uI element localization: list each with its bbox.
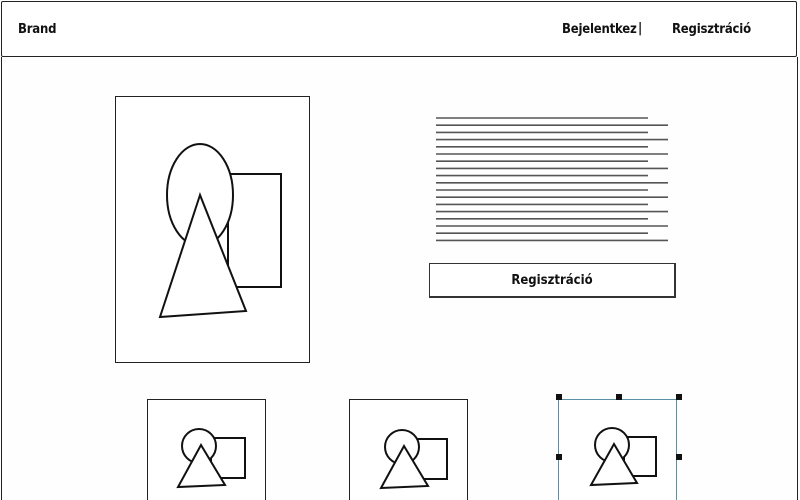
text-lines	[436, 117, 668, 242]
text-block-placeholder	[436, 116, 670, 246]
brand-logo[interactable]: Brand	[18, 22, 56, 37]
header-bar: Brand Bejelentkez | Regisztráció	[1, 1, 797, 57]
thumbnail-3-selected[interactable]	[558, 399, 677, 500]
nav-login-link[interactable]: Bejelentkez	[562, 22, 637, 37]
image-placeholder-icon	[176, 428, 246, 489]
register-button[interactable]: Regisztráció	[429, 263, 676, 298]
thumbnail-1[interactable]	[147, 399, 266, 500]
image-placeholder-icon	[158, 143, 282, 319]
thumbnail-2[interactable]	[349, 399, 468, 500]
resize-handle-top-left[interactable]	[556, 394, 562, 400]
nav-register-link[interactable]: Regisztráció	[672, 22, 751, 37]
hero-image-placeholder	[115, 96, 310, 363]
resize-handle-top-right[interactable]	[676, 394, 682, 400]
resize-handle-middle-left[interactable]	[556, 454, 562, 460]
resize-handle-top-center[interactable]	[616, 394, 622, 400]
resize-handle-middle-right[interactable]	[676, 454, 682, 460]
image-placeholder-icon	[589, 427, 657, 487]
nav-separator: |	[638, 21, 643, 36]
image-placeholder-icon	[379, 429, 448, 490]
page: Brand Bejelentkez | Regisztráció Regiszt…	[0, 0, 800, 500]
